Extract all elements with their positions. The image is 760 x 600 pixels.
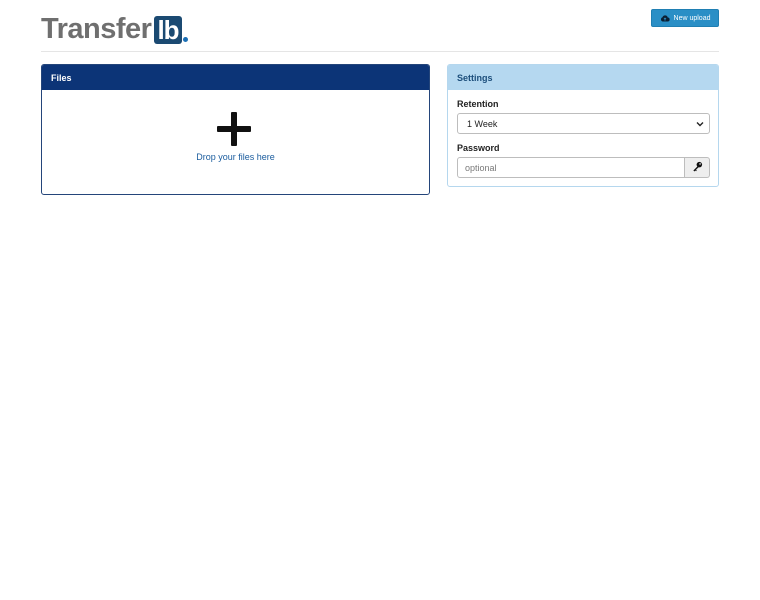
key-icon <box>692 159 703 177</box>
logo-badge: lb <box>154 16 182 44</box>
files-heading: Files <box>42 65 429 90</box>
password-input[interactable] <box>457 157 685 178</box>
chevron-down-icon <box>695 119 705 129</box>
settings-heading: Settings <box>448 65 718 90</box>
password-key-button[interactable] <box>685 157 710 178</box>
cloud-upload-icon <box>660 14 670 22</box>
plus-icon <box>217 112 251 146</box>
new-upload-button[interactable]: New upload <box>651 9 719 27</box>
page: Transfer lb New upload Files Drop your f… <box>0 0 760 600</box>
settings-panel: Settings Retention 1 Week Password <box>447 64 719 187</box>
password-label: Password <box>457 143 500 153</box>
drop-files-text: Drop your files here <box>196 152 275 162</box>
logo[interactable]: Transfer lb <box>41 12 188 44</box>
password-group <box>457 157 710 178</box>
logo-dot <box>182 37 188 42</box>
retention-label: Retention <box>457 99 499 109</box>
new-upload-label: New upload <box>673 14 711 22</box>
logo-text: Transfer <box>41 13 152 45</box>
retention-select[interactable]: 1 Week <box>457 113 710 134</box>
files-panel: Files Drop your files here <box>41 64 430 195</box>
file-dropzone[interactable]: Drop your files here <box>42 90 429 194</box>
retention-value: 1 Week <box>467 118 498 129</box>
header: Transfer lb New upload <box>41 8 719 52</box>
